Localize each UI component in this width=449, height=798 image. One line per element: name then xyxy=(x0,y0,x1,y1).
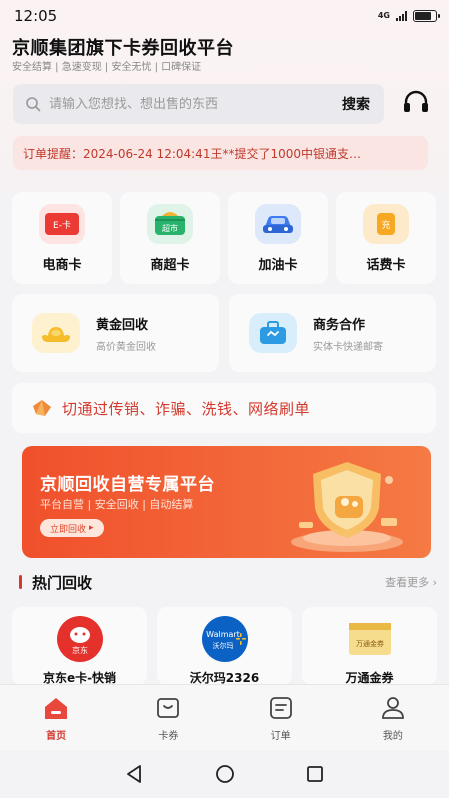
service-subtitle: 实体卡快递邮寄 xyxy=(313,341,383,353)
gold-ingot-icon xyxy=(32,313,80,353)
category-label: 加油卡 xyxy=(258,258,298,273)
tab-label: 首页 xyxy=(46,731,67,742)
banner-title: 京顺回收自营专属平台 xyxy=(40,475,215,495)
service-row: 黄金回收 高价黄金回收 商务合作 实体卡快递邮寄 xyxy=(12,294,436,372)
home-icon xyxy=(45,698,68,719)
supermarket-icon: 超市 xyxy=(147,204,193,244)
status-icons: 4G xyxy=(377,10,440,22)
search-icon xyxy=(26,97,41,112)
hot-item-walmart[interactable]: Walmart 沃尔玛 沃尔玛2326 xyxy=(157,607,292,685)
warning-text: 切通过传销、诈骗、洗钱、网络刷单 xyxy=(62,399,311,418)
feature-tags: 安全结算 | 急速变现 | 安全无忧 | 口碑保证 xyxy=(12,62,202,73)
network-type: 4G xyxy=(377,11,390,20)
tab-label: 卡券 xyxy=(158,731,179,742)
service-subtitle: 高价黄金回收 xyxy=(96,341,156,353)
banner-button-label: 立即回收 xyxy=(50,524,87,535)
back-icon[interactable] xyxy=(124,763,146,785)
home-circle-icon[interactable] xyxy=(214,763,236,785)
play-arrow-icon: ▸ xyxy=(89,523,94,533)
svg-text:E-卡: E-卡 xyxy=(53,219,71,231)
hot-item-name: 京东e卡-快销 xyxy=(42,671,117,685)
warning-gem-icon xyxy=(33,400,51,416)
category-phone-bill-card[interactable]: 充 话费卡 xyxy=(336,192,436,284)
hot-item-name: 沃尔玛2326 xyxy=(189,671,260,685)
bottom-tab-bar: 首页 卡券 订单 我的 xyxy=(0,684,449,750)
page-title: 京顺集团旗下卡券回收平台 xyxy=(12,38,234,59)
briefcase-icon xyxy=(249,313,297,353)
category-label: 电商卡 xyxy=(42,258,82,273)
shield-illustration xyxy=(291,462,403,552)
hot-item-wantong[interactable]: 万通金券 万通金券 xyxy=(302,607,437,685)
category-label: 话费卡 xyxy=(366,258,406,273)
gold-recycle-card[interactable]: 黄金回收 高价黄金回收 xyxy=(12,294,219,372)
svg-text:沃尔玛: 沃尔玛 xyxy=(212,641,233,650)
e-card-icon: E-卡 xyxy=(39,204,85,244)
system-navigation-bar xyxy=(0,750,449,798)
search-bar[interactable]: 搜索 xyxy=(13,84,384,124)
category-ecommerce-card[interactable]: E-卡 电商卡 xyxy=(12,192,112,284)
tab-profile[interactable]: 我的 xyxy=(337,685,449,750)
svg-text:京东: 京东 xyxy=(72,645,88,655)
promo-banner[interactable]: 京顺回收自营专属平台 平台自营 | 安全回收 | 自动结算 立即回收 ▸ xyxy=(22,446,431,558)
section-marker xyxy=(19,575,22,589)
hot-section-title: 热门回收 xyxy=(32,573,93,592)
category-fuel-card[interactable]: 加油卡 xyxy=(228,192,328,284)
category-label: 商超卡 xyxy=(150,258,190,273)
svg-text:Walmart: Walmart xyxy=(206,630,240,639)
category-grid: E-卡 电商卡 超市 商超卡 加油卡 充 话费卡 xyxy=(12,192,436,284)
recycle-now-button[interactable]: 立即回收 ▸ xyxy=(40,519,104,537)
order-notice-text: 订单提醒：2024-06-24 12:04:41王**提交了1000中银通支… xyxy=(23,146,361,161)
tab-card-voucher[interactable]: 卡券 xyxy=(112,685,224,750)
hot-item-jd[interactable]: 京东 京东e卡-快销 xyxy=(12,607,147,685)
svg-text:超市: 超市 xyxy=(162,223,178,233)
warning-bar: 切通过传销、诈骗、洗钱、网络刷单 xyxy=(12,383,436,433)
view-more-link[interactable]: 查看更多 › xyxy=(385,574,437,590)
phone-bill-icon: 充 xyxy=(363,204,409,244)
view-more-label: 查看更多 xyxy=(385,576,430,589)
order-notice: 订单提醒：2024-06-24 12:04:41王**提交了1000中银通支… xyxy=(13,136,428,170)
wantong-logo: 万通金券 xyxy=(346,615,394,663)
hot-list: 京东 京东e卡-快销 Walmart 沃尔玛 沃尔玛2326 万通金券 万通金券 xyxy=(12,607,437,685)
search-button[interactable]: 搜索 xyxy=(342,94,370,114)
tab-label: 订单 xyxy=(270,731,291,742)
search-input[interactable] xyxy=(49,96,336,112)
walmart-logo: Walmart 沃尔玛 xyxy=(201,615,249,663)
business-cooperation-card[interactable]: 商务合作 实体卡快递邮寄 xyxy=(229,294,436,372)
customer-service-icon[interactable] xyxy=(401,88,431,118)
service-title: 商务合作 xyxy=(313,317,366,333)
status-time: 12:05 xyxy=(14,7,58,25)
category-supermarket-card[interactable]: 超市 商超卡 xyxy=(120,192,220,284)
profile-icon xyxy=(381,697,404,719)
service-title: 黄金回收 xyxy=(96,317,149,333)
banner-subtitle: 平台自营 | 安全回收 | 自动结算 xyxy=(40,498,194,511)
hot-item-name: 万通金券 xyxy=(345,671,394,685)
jd-logo: 京东 xyxy=(56,615,104,663)
hot-section-header: 热门回收 查看更多 › xyxy=(19,568,437,596)
chevron-right-icon: › xyxy=(432,576,437,589)
signal-icon xyxy=(396,11,407,21)
card-voucher-icon xyxy=(157,698,180,718)
svg-text:万通金券: 万通金券 xyxy=(356,639,384,648)
svg-text:充: 充 xyxy=(381,219,390,231)
tab-order[interactable]: 订单 xyxy=(225,685,337,750)
car-icon xyxy=(255,204,301,244)
order-icon xyxy=(269,697,292,719)
battery-icon xyxy=(413,10,440,22)
tab-home[interactable]: 首页 xyxy=(0,685,112,750)
tab-label: 我的 xyxy=(382,731,403,742)
recent-apps-icon[interactable] xyxy=(304,763,326,785)
status-bar: 12:05 4G xyxy=(0,0,449,32)
